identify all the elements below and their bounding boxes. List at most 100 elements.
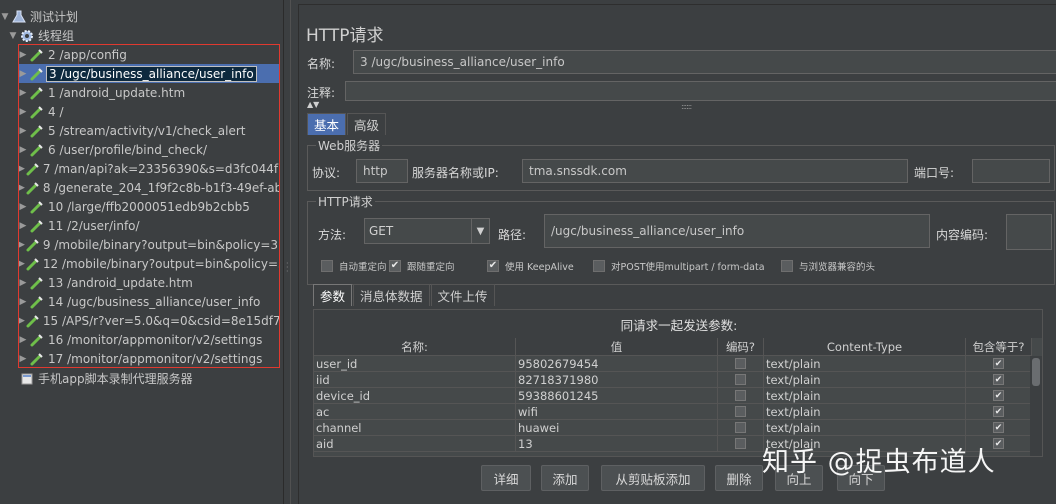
- include-equals-cell[interactable]: ✔: [966, 404, 1032, 420]
- cell-checkbox[interactable]: ✔: [993, 374, 1004, 385]
- col-name[interactable]: 名称:: [314, 338, 516, 356]
- expand-icon[interactable]: ▶: [18, 316, 25, 326]
- col-encode[interactable]: 编码?: [718, 338, 764, 356]
- col-value[interactable]: 值: [516, 338, 718, 356]
- encode-checkbox-cell[interactable]: [718, 420, 764, 436]
- param-name-cell[interactable]: iid: [314, 372, 516, 388]
- expand-icon[interactable]: ▶: [18, 50, 28, 60]
- expand-icon[interactable]: ▶: [18, 240, 25, 250]
- detail-button[interactable]: 详细: [481, 465, 531, 491]
- tree-request-item[interactable]: ▶ 2 /app/config: [18, 45, 280, 64]
- expand-icon[interactable]: ▶: [18, 107, 28, 117]
- encode-checkbox-cell[interactable]: [718, 356, 764, 372]
- tree-request-item[interactable]: ▶ 11 /2/user/info/: [18, 216, 280, 235]
- checkbox-box[interactable]: ✔: [487, 260, 499, 272]
- param-name-cell[interactable]: aid: [314, 436, 516, 452]
- collapse-icon[interactable]: ▼: [0, 12, 10, 22]
- protocol-field[interactable]: http: [356, 159, 408, 183]
- chevron-down-icon[interactable]: ▼: [471, 219, 489, 243]
- option-checkbox[interactable]: 与浏览器兼容的头: [781, 259, 875, 273]
- encoding-field[interactable]: [1006, 214, 1052, 250]
- option-checkbox[interactable]: 自动重定向: [321, 259, 387, 273]
- checkbox-box[interactable]: [321, 260, 333, 272]
- expand-icon[interactable]: ▶: [18, 335, 28, 345]
- tree-request-item[interactable]: ▶ 3 /ugc/business_alliance/user_info: [18, 64, 280, 83]
- path-field[interactable]: /ugc/business_alliance/user_info: [544, 214, 930, 248]
- option-checkbox[interactable]: 对POST使用multipart / form-data: [593, 259, 765, 273]
- expand-icon[interactable]: ▶: [18, 297, 28, 307]
- col-content-type[interactable]: Content-Type: [764, 338, 966, 356]
- checkbox-box[interactable]: [781, 260, 793, 272]
- expand-icon[interactable]: ▶: [18, 354, 28, 364]
- expand-icon[interactable]: ▶: [18, 164, 25, 174]
- param-name-cell[interactable]: channel: [314, 420, 516, 436]
- include-equals-cell[interactable]: ✔: [966, 372, 1032, 388]
- tab-basic[interactable]: 基本: [307, 113, 347, 135]
- option-checkbox[interactable]: ✔ 使用 KeepAlive: [487, 259, 574, 273]
- cell-checkbox[interactable]: ✔: [993, 406, 1004, 417]
- cell-checkbox[interactable]: [735, 358, 746, 369]
- option-checkbox[interactable]: ✔ 跟随重定向: [389, 259, 455, 273]
- tree-request-item[interactable]: ▶ 12 /mobile/binary?output=bin&policy=310…: [18, 254, 280, 273]
- cell-checkbox[interactable]: [735, 390, 746, 401]
- content-type-cell[interactable]: text/plain: [764, 356, 966, 372]
- tab-advanced[interactable]: 高级: [347, 113, 387, 135]
- cell-checkbox[interactable]: ✔: [993, 422, 1004, 433]
- tree-request-item[interactable]: ▶ 6 /user/profile/bind_check/: [18, 140, 280, 159]
- splitter-grip-icon[interactable]: · · ·: [286, 260, 289, 276]
- param-name-cell[interactable]: device_id: [314, 388, 516, 404]
- include-equals-cell[interactable]: ✔: [966, 420, 1032, 436]
- param-name-cell[interactable]: user_id: [314, 356, 516, 372]
- tab-file-upload[interactable]: 文件上传: [430, 284, 495, 306]
- table-scrollbar[interactable]: [1030, 356, 1042, 456]
- tree-request-item[interactable]: ▶ 9 /mobile/binary?output=bin&policy=3103: [18, 235, 280, 254]
- tree-request-item[interactable]: ▶ 4 /: [18, 102, 280, 121]
- cell-checkbox[interactable]: [735, 406, 746, 417]
- tree-thread-group[interactable]: ▼ 线程组: [8, 26, 76, 45]
- param-value-cell[interactable]: 13: [516, 436, 718, 452]
- tree-request-item[interactable]: ▶ 10 /large/ffb2000051edb9b2cbb5: [18, 197, 280, 216]
- cell-checkbox[interactable]: [735, 374, 746, 385]
- expand-icon[interactable]: ▶: [18, 126, 28, 136]
- cell-checkbox[interactable]: [735, 438, 746, 449]
- tree-request-item[interactable]: ▶ 17 /monitor/appmonitor/v2/settings: [18, 349, 280, 368]
- tree-request-item[interactable]: ▶ 5 /stream/activity/v1/check_alert: [18, 121, 280, 140]
- include-equals-cell[interactable]: ✔: [966, 356, 1032, 372]
- tree-request-item[interactable]: ▶ 16 /monitor/appmonitor/v2/settings: [18, 330, 280, 349]
- method-select[interactable]: GET ▼: [364, 218, 490, 244]
- expand-icon[interactable]: ▶: [18, 278, 28, 288]
- tree-request-item[interactable]: ▶ 1 /android_update.htm: [18, 83, 280, 102]
- split-pane-divider[interactable]: [283, 0, 291, 504]
- expand-icon[interactable]: ▶: [18, 69, 28, 79]
- expand-icon[interactable]: ▶: [18, 259, 25, 269]
- tree-request-item[interactable]: ▶ 15 /APS/r?ver=5.0&q=0&csid=8e15df7d-9: [18, 311, 280, 330]
- param-value-cell[interactable]: wifi: [516, 404, 718, 420]
- encode-checkbox-cell[interactable]: [718, 436, 764, 452]
- name-field[interactable]: 3 /ugc/business_alliance/user_info: [353, 50, 1056, 74]
- expand-icon[interactable]: ▶: [18, 202, 28, 212]
- cell-checkbox[interactable]: [735, 422, 746, 433]
- col-include-equals[interactable]: 包含等于?: [966, 338, 1032, 356]
- param-name-cell[interactable]: ac: [314, 404, 516, 420]
- add-from-clipboard-button[interactable]: 从剪贴板添加: [601, 465, 705, 491]
- expand-icon[interactable]: ▶: [18, 88, 28, 98]
- content-type-cell[interactable]: text/plain: [764, 388, 966, 404]
- include-equals-cell[interactable]: ✔: [966, 388, 1032, 404]
- collapse-icon[interactable]: ▼: [8, 31, 18, 41]
- param-value-cell[interactable]: 59388601245: [516, 388, 718, 404]
- tab-body-data[interactable]: 消息体数据: [353, 284, 430, 306]
- encode-checkbox-cell[interactable]: [718, 372, 764, 388]
- expand-icon[interactable]: ▶: [18, 221, 28, 231]
- divider-grip-icon[interactable]: ::::::: [681, 102, 692, 111]
- content-type-cell[interactable]: text/plain: [764, 372, 966, 388]
- param-value-cell[interactable]: 82718371980: [516, 372, 718, 388]
- tree-request-item[interactable]: ▶ 7 /man/api?ak=23356390&s=d3fc044f7cc: [18, 159, 280, 178]
- scrollbar-thumb[interactable]: [1032, 358, 1040, 386]
- tree-request-item[interactable]: ▶ 8 /generate_204_1f9f2c8b-b1f3-49ef-abc8: [18, 178, 280, 197]
- delete-button[interactable]: 删除: [715, 465, 763, 491]
- expand-icon[interactable]: ▶: [18, 183, 25, 193]
- tree-request-item[interactable]: ▶ 14 /ugc/business_alliance/user_info: [18, 292, 280, 311]
- encode-checkbox-cell[interactable]: [718, 404, 764, 420]
- checkbox-box[interactable]: ✔: [389, 260, 401, 272]
- content-type-cell[interactable]: text/plain: [764, 420, 966, 436]
